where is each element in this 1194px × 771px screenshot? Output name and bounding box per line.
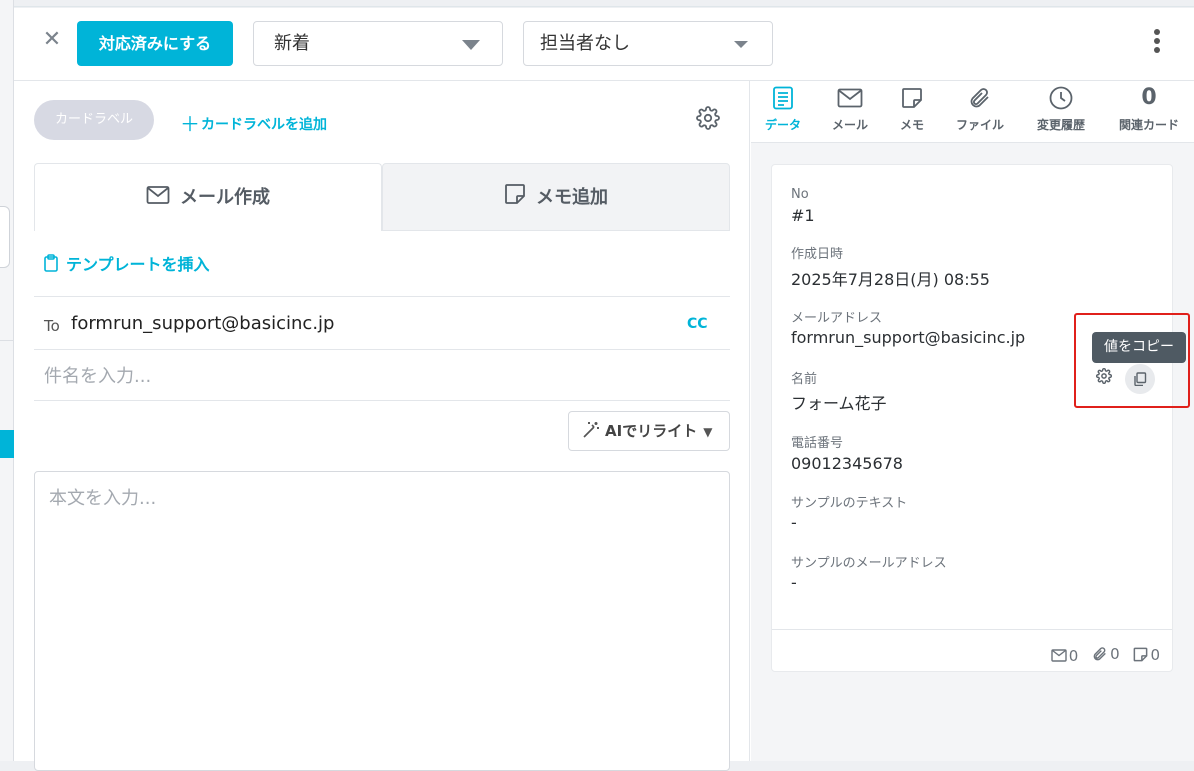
copy-tooltip: 値をコピー	[1092, 332, 1186, 363]
caret-down-icon	[734, 41, 748, 48]
more-menu-icon[interactable]	[1148, 28, 1166, 60]
modal-header: ✕ 対応済みにする 新着 担当者なし	[14, 8, 1194, 81]
copy-icon	[1134, 372, 1147, 386]
field-label: サンプルのテキスト	[791, 496, 908, 511]
details-tabs: データ メール メモ ファイル 変更履歴 0 関連カード	[751, 81, 1194, 143]
caret-down-icon: ▼	[703, 425, 713, 439]
to-recipient[interactable]: formrun_support@basicinc.jp	[71, 313, 334, 334]
plus-icon: ＋	[180, 112, 200, 136]
add-card-label-text: カードラベルを追加	[201, 117, 327, 133]
status-select-value: 新着	[274, 33, 310, 54]
tab-mail-compose[interactable]: メール作成	[34, 163, 382, 231]
field-label: 名前	[791, 372, 818, 387]
add-card-label-link[interactable]: ＋カードラベルを追加	[180, 108, 327, 137]
composer-tabs: メール作成 メモ追加	[34, 163, 730, 231]
composer-pane: カードラベル ＋カードラベルを追加 メール作成 メモ追加 テンプレートを挿入 T…	[14, 81, 750, 771]
ai-rewrite-button[interactable]: AIでリライト ▼	[568, 411, 730, 451]
mail-icon	[1051, 649, 1067, 662]
divider	[34, 400, 730, 401]
clock-icon	[1049, 86, 1073, 110]
tab-memo-add[interactable]: メモ追加	[382, 163, 730, 231]
gear-icon[interactable]	[696, 106, 720, 130]
mail-icon	[146, 186, 170, 204]
related-cards-count: 0	[1141, 85, 1157, 110]
tabs-divider	[382, 230, 730, 231]
mail-count: 0	[1051, 647, 1078, 665]
copy-value-button[interactable]	[1125, 364, 1155, 394]
body-textarea[interactable]	[34, 471, 730, 771]
status-select[interactable]: 新着	[253, 21, 503, 66]
paperclip-icon	[1093, 647, 1106, 661]
tab-files-label: ファイル	[955, 118, 1004, 132]
field-value: -	[791, 573, 797, 592]
field-label: No	[791, 187, 809, 202]
card-footer-divider	[772, 629, 1172, 630]
field-value: 09012345678	[791, 454, 903, 473]
tab-related-cards[interactable]: 0 関連カード	[1114, 83, 1184, 141]
field-value: -	[791, 513, 797, 532]
card-label-pill[interactable]: カードラベル	[34, 100, 154, 140]
divider	[34, 349, 730, 350]
divider	[34, 296, 730, 297]
background-panel-edge	[0, 206, 10, 268]
tab-data[interactable]: データ	[751, 83, 815, 141]
tab-mail[interactable]: メール	[818, 83, 882, 141]
close-icon[interactable]: ✕	[40, 28, 64, 52]
document-icon	[773, 86, 793, 110]
field-label: メールアドレス	[791, 311, 883, 326]
tab-memo-add-label: メモ追加	[536, 187, 608, 208]
field-label: 電話番号	[791, 436, 844, 451]
card-detail-modal: ✕ 対応済みにする 新着 担当者なし カードラベル ＋カードラベルを追加 メール…	[14, 8, 1194, 771]
details-pane: データ メール メモ ファイル 変更履歴 0 関連カード No #1 作成日時 …	[751, 81, 1194, 761]
background-page-strip	[0, 0, 14, 761]
resolve-button[interactable]: 対応済みにする	[77, 21, 233, 66]
tab-related-cards-label: 関連カード	[1118, 118, 1179, 132]
field-value: 2025年7月28日(月) 08:55	[791, 270, 990, 289]
subject-input[interactable]	[34, 351, 730, 401]
field-label: 作成日時	[791, 247, 844, 262]
field-settings-icon[interactable]	[1096, 368, 1112, 384]
field-value: #1	[791, 206, 815, 225]
memo-count: 0	[1133, 646, 1160, 664]
tab-history-label: 変更履歴	[1036, 118, 1085, 132]
magic-wand-icon	[583, 422, 599, 438]
sticky-note-icon	[902, 88, 922, 108]
insert-template-text: テンプレートを挿入	[66, 255, 210, 274]
paperclip-icon	[970, 88, 989, 108]
tab-files[interactable]: ファイル	[948, 83, 1012, 141]
caret-down-icon	[462, 40, 480, 50]
insert-template-link[interactable]: テンプレートを挿入	[44, 251, 210, 275]
tab-data-label: データ	[764, 118, 801, 132]
field-label: サンプルのメールアドレス	[791, 556, 947, 571]
file-count: 0	[1092, 645, 1120, 663]
data-card: No #1 作成日時 2025年7月28日(月) 08:55 メールアドレス f…	[771, 164, 1173, 672]
assignee-select-value: 担当者なし	[540, 33, 630, 54]
mail-icon	[837, 88, 863, 108]
tab-memo[interactable]: メモ	[880, 83, 944, 141]
sticky-note-icon	[505, 184, 525, 204]
tab-history[interactable]: 変更履歴	[1029, 83, 1093, 141]
background-tag	[0, 430, 14, 458]
field-value: フォーム花子	[791, 394, 887, 413]
background-divider	[0, 6, 1194, 7]
sticky-note-icon	[1134, 647, 1148, 662]
tab-mail-label: メール	[831, 118, 868, 132]
tab-memo-label: メモ	[899, 118, 924, 132]
ai-rewrite-label: AIでリライト	[605, 422, 698, 440]
field-value: formrun_support@basicinc.jp	[791, 328, 1026, 347]
tab-mail-compose-label: メール作成	[180, 187, 270, 208]
assignee-select[interactable]: 担当者なし	[523, 21, 773, 66]
background-divider	[0, 340, 14, 341]
footer-counts: 0 0 0	[1042, 645, 1160, 666]
cc-link[interactable]: CC	[687, 316, 708, 332]
clipboard-icon	[44, 254, 58, 272]
to-label: To	[44, 317, 60, 335]
